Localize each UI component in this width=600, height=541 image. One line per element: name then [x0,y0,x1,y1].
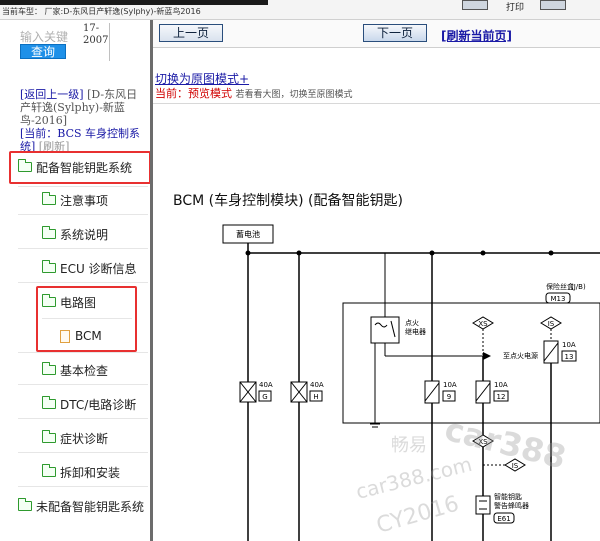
breadcrumb: [返回上一级] [D-东风日产轩逸(Sylphy)-新蓝鸟-2016] [当前：… [20,88,148,153]
fuse-g-amp: 40A [259,381,273,389]
divider [18,186,148,187]
divider [18,486,148,487]
watermark-1: 畅易 [391,435,427,456]
fuse-h-amp: 40A [310,381,324,389]
divider [18,452,148,453]
print-label[interactable]: 打印 [506,0,524,13]
content-panel: 上一页 下一页 [刷新当前页] 切换为原图模式+ 当前：预览模式 若看看大图，切… [153,20,600,541]
to-ign-label: 至点火电源 [503,351,538,360]
tree-item-label: DTC/电路诊断 [60,397,137,412]
folder-icon [42,430,56,443]
wiring-diagram: 蓄电池 40A G 40A H 保险丝盒 (J/B) M13 点火 继电器 至点… [222,224,600,541]
tree-item-ecu-diag[interactable]: ECU 诊断信息 [42,258,137,278]
tree-item-label: 注意事项 [60,193,109,208]
mode-prefix: 当前： [155,87,188,100]
tree-item-label: 拆卸和安装 [60,465,121,480]
tree-item-label: 基本检查 [60,363,109,378]
tree-item-symptom[interactable]: 症状诊断 [42,428,108,448]
tree-item-removal[interactable]: 拆卸和安装 [42,462,120,482]
is-tag-1: IS [548,320,555,328]
buzzer-conn: E61 [497,515,510,523]
tree-item-basic-check[interactable]: 基本检查 [42,360,108,380]
fuse-13-amp: 10A [562,341,576,349]
buzzer-label-1: 智能钥匙 [494,492,522,501]
fuse-g-id: G [262,393,267,401]
folder-icon [42,226,56,239]
tree-item-label: 未配备智能钥匙系统 [36,499,145,514]
mode-value: 预览模式 [188,87,232,100]
fuse-9-id: 9 [447,393,451,401]
fusebox-code: (J/B) [571,283,586,291]
watermark-4: CY2016 [374,491,462,538]
divider [18,384,148,385]
top-bar: 当前车型： 厂家:D-东风日产轩逸(Sylphy)-新蓝鸟2016 打印 [0,0,600,20]
tree-item-label: ECU 诊断信息 [60,261,137,276]
fuse-13-id: 13 [565,353,574,361]
fuse-12-id: 12 [497,393,506,401]
divider [18,214,148,215]
current-prefix: [当前： [20,127,58,140]
fuse-9-amp: 10A [443,381,457,389]
vehicle-title: 当前车型： 厂家:D-东风日产轩逸(Sylphy)-新蓝鸟2016 [2,7,201,16]
fuse-h-id: H [313,393,318,401]
toolbar-icon-button-2[interactable] [540,0,566,10]
diagram-title: BCM (车身控制模块) (配备智能钥匙) [173,193,403,209]
relay-label-1: 点火 [405,319,419,327]
mode-note: 若看看大图，切换至原图模式 [235,90,353,100]
fusebox-conn: M13 [551,295,566,303]
divider [18,352,148,353]
date-field: 17- 2007 [78,23,110,61]
highlight-box-wiring [36,286,137,352]
content-divider [153,103,600,104]
prev-page-button[interactable]: 上一页 [159,24,223,42]
fusebox-title: 保险丝盒 [546,282,574,291]
refresh-page-link[interactable]: [刷新当前页] [441,27,512,44]
xs-tag-1: XS [478,320,488,328]
page-nav-bar: 上一页 下一页 [刷新当前页] [153,20,600,48]
divider [18,418,148,419]
tree-item-no-smart-key[interactable]: 未配备智能钥匙系统 [18,496,144,516]
search-input[interactable]: 输入关键 [20,28,68,45]
divider [18,248,148,249]
highlight-box-smart-key [9,151,150,184]
tree-item-dtc[interactable]: DTC/电路诊断 [42,394,136,414]
battery-label: 蓄电池 [236,229,260,239]
back-link[interactable]: [返回上一级] [20,88,84,101]
folder-icon [42,464,56,477]
folder-icon [42,260,56,273]
divider [18,282,148,283]
watermark: 畅易 car388 car388.com CY2016 [353,410,569,539]
tree-item-label: 症状诊断 [60,431,109,446]
mode-status: 当前：预览模式 若看看大图，切换至原图模式 [155,85,353,101]
folder-icon [42,362,56,375]
date-line-1: 17- [83,23,100,34]
buzzer-label-2: 警告蜂鸣器 [494,501,529,510]
relay-label-2: 继电器 [405,327,426,336]
folder-icon [42,396,56,409]
tree-item-label: 系统说明 [60,227,109,242]
toolbar-icon-button[interactable] [462,0,488,10]
fuse-12-amp: 10A [494,381,508,389]
next-page-button[interactable]: 下一页 [363,24,427,42]
top-dark-strip [0,0,268,5]
search-button[interactable]: 查询 [20,44,66,59]
folder-icon [18,498,32,511]
watermark-3: car388.com [353,452,474,504]
folder-icon [42,192,56,205]
tree-item-system-desc[interactable]: 系统说明 [42,224,108,244]
left-nav-panel: 输入关键 查询 17- 2007 [返回上一级] [D-东风日产轩逸(Sylph… [0,20,153,541]
tree-item-notes[interactable]: 注意事项 [42,190,108,210]
date-line-2: 2007 [83,35,109,46]
